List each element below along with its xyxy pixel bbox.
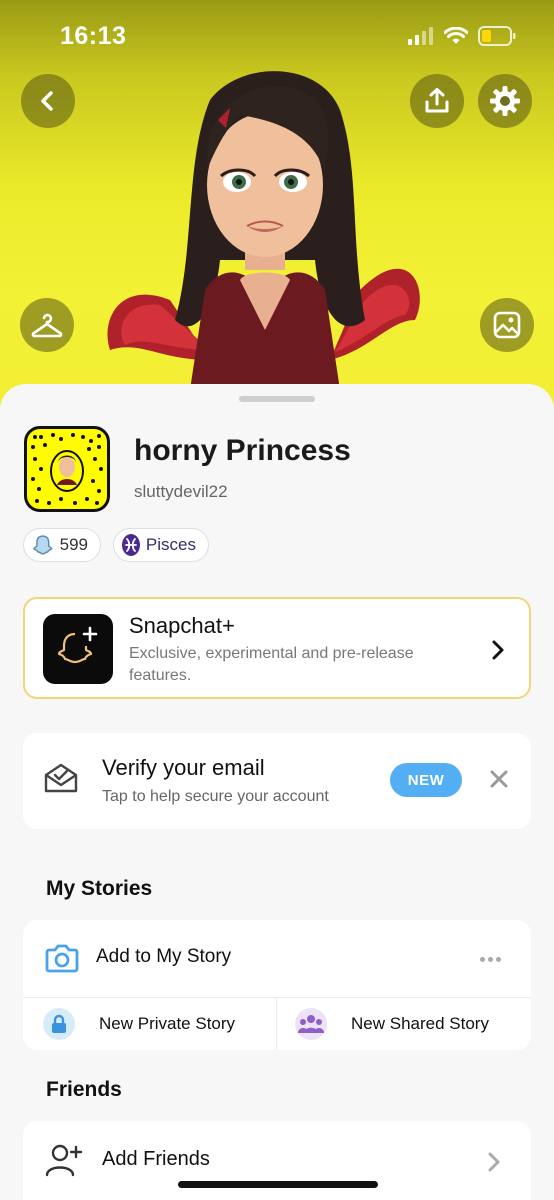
snapchat-plus-description: Exclusive, experimental and pre-release … <box>129 645 414 684</box>
outfit-button[interactable] <box>20 298 74 352</box>
verify-email-subtitle: Tap to help secure your account <box>102 788 329 805</box>
display-name: horny Princess <box>134 434 351 467</box>
new-shared-story-label: New Shared Story <box>351 1014 489 1033</box>
status-icons <box>408 26 516 46</box>
back-button[interactable] <box>21 74 75 128</box>
battery-icon <box>478 26 516 46</box>
add-to-my-story-row[interactable]: Add to My Story <box>23 920 531 998</box>
snapcode[interactable] <box>24 426 110 512</box>
mail-check-icon <box>44 763 78 793</box>
my-stories-heading: My Stories <box>46 877 153 900</box>
status-time: 16:13 <box>60 22 127 50</box>
background-button[interactable] <box>480 298 534 352</box>
signal-icon <box>408 27 433 45</box>
new-badge: NEW <box>390 763 462 797</box>
my-stories-card: Add to My Story New Private Story New Sh… <box>23 920 531 1050</box>
pisces-icon <box>122 534 140 556</box>
snapchat-plus-logo-icon <box>43 614 113 684</box>
chevron-right-icon <box>492 640 504 660</box>
image-icon <box>493 311 521 339</box>
hanger-icon <box>31 313 63 338</box>
username[interactable]: sluttydevil22 <box>134 482 228 502</box>
snap-score-pill[interactable]: 599 <box>23 528 101 562</box>
home-indicator[interactable] <box>178 1181 378 1188</box>
settings-button[interactable] <box>478 74 532 128</box>
wifi-icon <box>444 27 468 44</box>
verify-email-card[interactable]: Verify your email Tap to help secure you… <box>23 733 531 829</box>
snapcode-pattern-icon <box>31 433 103 505</box>
profile-header: 16:13 <box>0 0 554 420</box>
gear-icon <box>490 86 520 116</box>
new-shared-story-button[interactable]: New Shared Story <box>277 998 531 1050</box>
add-to-my-story-label: Add to My Story <box>96 946 232 967</box>
more-options-icon[interactable] <box>480 957 501 962</box>
friends-heading: Friends <box>46 1078 122 1101</box>
close-icon[interactable] <box>489 769 509 789</box>
add-friends-label: Add Friends <box>102 1148 210 1170</box>
new-private-story-button[interactable]: New Private Story <box>23 998 277 1050</box>
group-icon <box>295 1008 327 1040</box>
camera-icon <box>45 944 79 973</box>
sheet-grabber[interactable] <box>239 396 315 402</box>
new-private-story-label: New Private Story <box>99 1014 236 1033</box>
bitmoji-avatar[interactable] <box>100 60 430 390</box>
snap-score-value: 599 <box>59 535 88 554</box>
chevron-right-icon <box>488 1152 500 1172</box>
chevron-left-icon <box>41 91 53 111</box>
verify-email-title: Verify your email <box>102 755 265 780</box>
add-friends-row[interactable]: Add Friends <box>23 1121 531 1200</box>
snapchat-plus-card[interactable]: Snapchat+ Exclusive, experimental and pr… <box>23 597 531 699</box>
snapchat-plus-title: Snapchat+ <box>129 613 235 638</box>
zodiac-label: Pisces <box>145 535 196 554</box>
zodiac-pill[interactable]: Pisces <box>113 528 209 562</box>
lock-icon <box>43 1008 75 1040</box>
add-friend-icon <box>45 1144 83 1177</box>
profile-sheet: horny Princess sluttydevil22 599 Pisces … <box>0 384 554 1200</box>
ghost-icon <box>33 535 53 555</box>
